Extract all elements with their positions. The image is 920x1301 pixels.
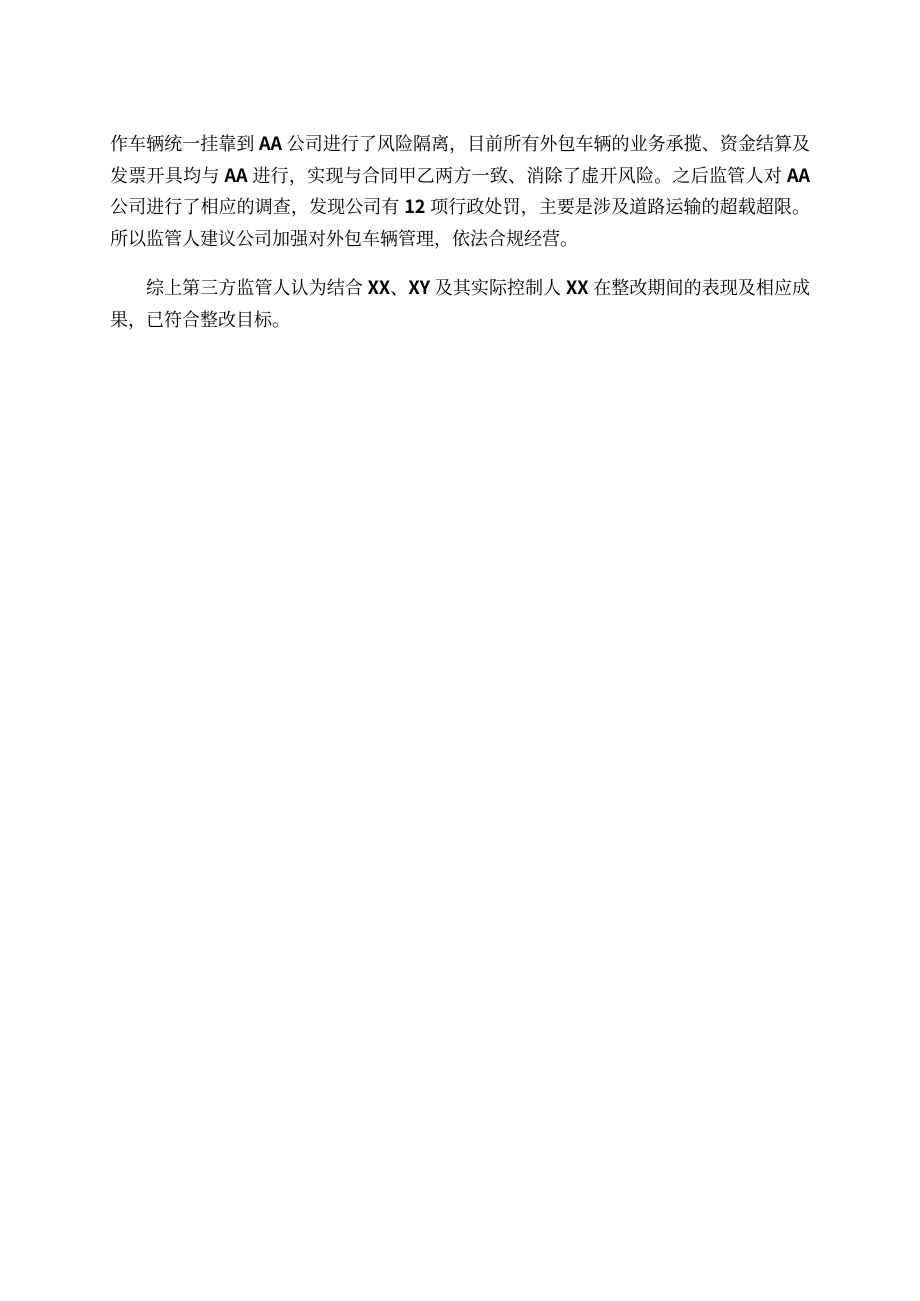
number-penalties: 12 [404,193,425,219]
placeholder-company-aa: AA [787,162,810,188]
text: 进行，实现与合同甲乙两方一致、消除了虚开风险。之后监管人对 [248,162,787,188]
placeholder-xy: XY [408,274,430,300]
paragraph-1: 作车辆统一挂靠到 AA 公司进行了风险隔离，目前所有外包车辆的业务承揽、资金结算… [110,128,810,254]
placeholder-controller-xx: XX [566,274,589,300]
placeholder-company-aa: AA [259,130,282,156]
text: 及其实际控制人 [430,274,566,300]
text: 、 [390,274,408,300]
document-page: 作车辆统一挂靠到 AA 公司进行了风险隔离，目前所有外包车辆的业务承揽、资金结算… [0,0,920,1301]
text: 公司进行了相应的调查，发现公司有 [110,193,404,219]
placeholder-company-aa: AA [224,162,247,188]
placeholder-xx: XX [368,274,391,300]
text: 综上第三方监管人认为结合 [146,274,368,300]
paragraph-2: 综上第三方监管人认为结合 XX、XY 及其实际控制人 XX 在整改期间的表现及相… [110,272,810,335]
text: 作车辆统一挂靠到 [110,130,259,156]
